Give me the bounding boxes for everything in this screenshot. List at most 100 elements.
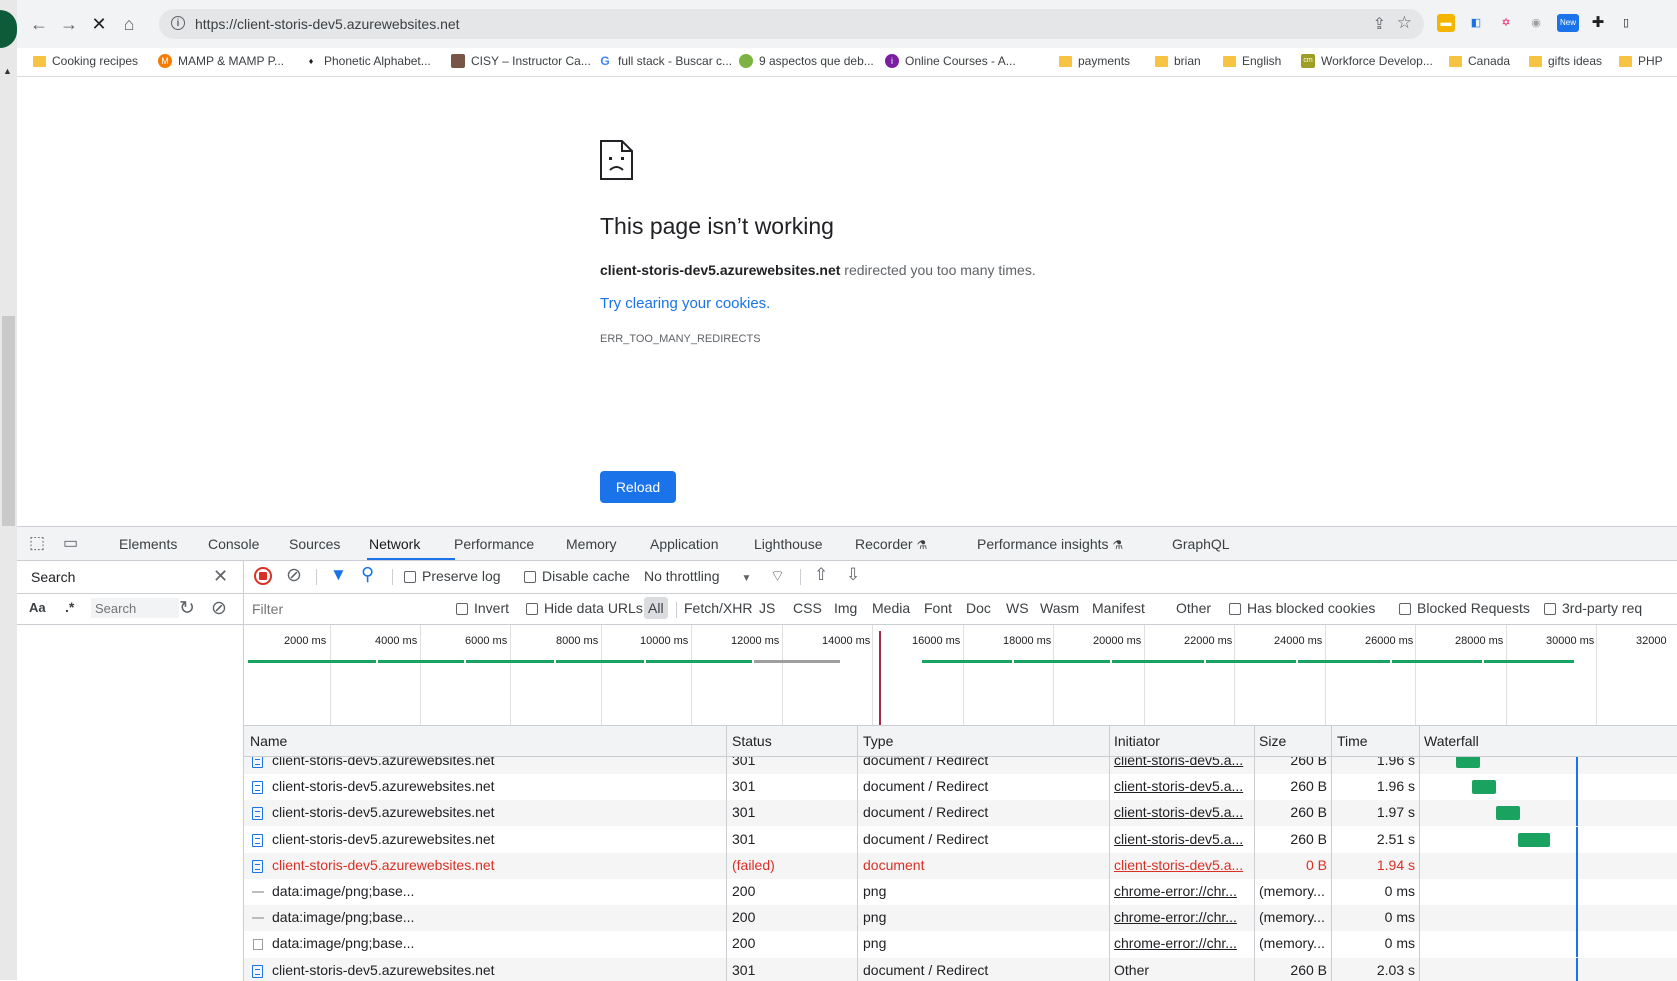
cell-name[interactable]: client-storis-dev5.azurewebsites.net bbox=[272, 804, 722, 820]
cell-name[interactable]: data:image/png;base... bbox=[272, 935, 722, 951]
address-bar[interactable]: i https://client-storis-dev5.azurewebsit… bbox=[159, 9, 1424, 39]
bookmark-9-aspectos[interactable]: 9 aspectos que deb... bbox=[739, 54, 874, 68]
table-row[interactable]: client-storis-dev5.azurewebsites.net (fai… bbox=[244, 852, 1677, 879]
app-icon[interactable] bbox=[0, 10, 17, 48]
preserve-log-checkbox[interactable]: Preserve log bbox=[404, 568, 501, 584]
bookmark-gifts-ideas[interactable]: gifts ideas bbox=[1529, 54, 1602, 68]
bookmark-online-courses[interactable]: i Online Courses - A... bbox=[885, 54, 1016, 68]
filter-type-wasm[interactable]: Wasm bbox=[1040, 600, 1079, 616]
table-row[interactable]: data:image/png;base... 200 png chrome-error… bbox=[244, 931, 1677, 958]
clear-cookies-link[interactable]: Try clearing your cookies. bbox=[600, 295, 770, 312]
cell-name[interactable]: data:image/png;base... bbox=[272, 909, 722, 925]
column-name[interactable]: Name bbox=[250, 733, 287, 749]
bookmark-workforce[interactable]: cm Workforce Develop... bbox=[1301, 54, 1433, 68]
table-row[interactable]: client-storis-dev5.azurewebsites.net 301 d… bbox=[244, 826, 1677, 853]
cell-name[interactable]: client-storis-dev5.azurewebsites.net bbox=[272, 757, 722, 768]
filter-type-css[interactable]: CSS bbox=[793, 600, 822, 616]
extension-graphql-icon[interactable]: ✡ bbox=[1497, 14, 1515, 32]
filter-type-doc[interactable]: Doc bbox=[966, 600, 991, 616]
bookmark-payments[interactable]: payments bbox=[1059, 54, 1130, 68]
extension-new-icon[interactable]: New bbox=[1557, 14, 1579, 32]
scroll-up-arrow-icon[interactable]: ▲ bbox=[3, 66, 12, 76]
bookmark-star-icon[interactable]: ☆ bbox=[1397, 13, 1412, 33]
table-row[interactable]: data:image/png;base... 200 png chrome-error… bbox=[244, 905, 1677, 932]
stop-loading-icon[interactable]: ✕ bbox=[87, 12, 111, 36]
filter-type-all[interactable]: All bbox=[644, 597, 668, 619]
column-status[interactable]: Status bbox=[732, 733, 772, 749]
side-panel-icon[interactable]: ▯ bbox=[1617, 14, 1635, 32]
tab-memory[interactable]: Memory bbox=[566, 536, 617, 552]
filter-type-ws[interactable]: WS bbox=[1006, 600, 1029, 616]
inspect-element-icon[interactable]: ⬚ bbox=[29, 533, 45, 553]
network-overview-timeline[interactable]: 2000 ms 4000 ms 6000 ms 8000 ms 10000 ms… bbox=[244, 625, 1677, 726]
cell-name[interactable]: client-storis-dev5.azurewebsites.net bbox=[272, 778, 722, 794]
table-row[interactable]: client-storis-dev5.azurewebsites.net 301 d… bbox=[244, 800, 1677, 827]
cell-initiator[interactable]: chrome-error://chr... bbox=[1114, 935, 1250, 951]
home-icon[interactable]: ⌂ bbox=[117, 12, 141, 36]
filter-type-img[interactable]: Img bbox=[834, 600, 857, 616]
column-time[interactable]: Time bbox=[1337, 733, 1368, 749]
scrollbar-thumb[interactable] bbox=[2, 316, 15, 526]
tab-console[interactable]: Console bbox=[208, 536, 259, 552]
bookmark-cooking-recipes[interactable]: Cooking recipes bbox=[33, 54, 138, 68]
filter-type-media[interactable]: Media bbox=[872, 600, 910, 616]
search-input[interactable] bbox=[91, 598, 179, 618]
device-toolbar-icon[interactable]: ▭ bbox=[63, 533, 78, 553]
table-row[interactable]: client-storis-dev5.azurewebsites.net 301 d… bbox=[244, 774, 1677, 801]
tab-application[interactable]: Application bbox=[650, 536, 719, 552]
column-type[interactable]: Type bbox=[863, 733, 893, 749]
tab-network[interactable]: Network bbox=[369, 536, 420, 552]
filter-type-fetch-xhr[interactable]: Fetch/XHR bbox=[684, 600, 752, 616]
forward-icon[interactable]: → bbox=[57, 12, 81, 36]
reload-button[interactable]: Reload bbox=[600, 471, 676, 503]
cell-name[interactable]: client-storis-dev5.azurewebsites.net bbox=[272, 857, 722, 873]
regex-button[interactable]: .* bbox=[65, 599, 74, 615]
table-row[interactable]: data:image/png;base... 200 png chrome-error… bbox=[244, 879, 1677, 905]
network-conditions-icon[interactable]: ⌔ bbox=[770, 566, 785, 586]
cell-initiator[interactable]: chrome-error://chr... bbox=[1114, 909, 1250, 925]
filter-type-manifest[interactable]: Manifest bbox=[1092, 600, 1145, 616]
cell-initiator[interactable]: client-storis-dev5.a... bbox=[1114, 831, 1250, 847]
bookmark-cisy[interactable]: CISY – Instructor Ca... bbox=[451, 54, 591, 68]
url-text[interactable]: https://client-storis-dev5.azurewebsites… bbox=[195, 16, 460, 32]
close-icon[interactable]: ✕ bbox=[213, 566, 228, 587]
tab-elements[interactable]: Elements bbox=[119, 536, 177, 552]
bookmark-phonetic-alphabet[interactable]: ♦ Phonetic Alphabet... bbox=[304, 54, 431, 68]
bookmark-mamp[interactable]: M MAMP & MAMP P... bbox=[158, 54, 284, 68]
site-info-icon[interactable]: i bbox=[171, 16, 185, 30]
table-row[interactable]: client-storis-dev5.azurewebsites.net 301 d… bbox=[244, 957, 1677, 981]
match-case-button[interactable]: Aa bbox=[29, 600, 46, 615]
bookmark-english[interactable]: English bbox=[1223, 54, 1281, 68]
column-initiator[interactable]: Initiator bbox=[1114, 733, 1160, 749]
invert-checkbox[interactable]: Invert bbox=[456, 600, 509, 616]
cell-initiator[interactable]: client-storis-dev5.a... bbox=[1114, 757, 1250, 768]
extension-yellow-icon[interactable]: ▬ bbox=[1437, 14, 1455, 32]
record-stop-icon[interactable] bbox=[254, 567, 272, 585]
cell-name[interactable]: client-storis-dev5.azurewebsites.net bbox=[272, 831, 722, 847]
back-icon[interactable]: ← bbox=[27, 12, 51, 36]
filter-input[interactable] bbox=[248, 598, 456, 620]
export-har-icon[interactable]: ⇩ bbox=[846, 565, 860, 585]
cell-name[interactable]: data:image/png;base... bbox=[272, 883, 722, 899]
bookmark-brian[interactable]: brian bbox=[1155, 54, 1201, 68]
share-icon[interactable]: ⇪ bbox=[1373, 14, 1386, 34]
search-icon[interactable]: ⚲ bbox=[361, 564, 374, 585]
filter-type-font[interactable]: Font bbox=[924, 600, 952, 616]
tab-performance-insights[interactable]: Performance insights ⚗ bbox=[977, 536, 1123, 552]
table-row[interactable]: client-storis-dev5.azurewebsites.net 301 d… bbox=[244, 757, 1677, 774]
cell-initiator[interactable]: client-storis-dev5.a... bbox=[1114, 778, 1250, 794]
filter-icon[interactable]: ▼ bbox=[330, 565, 347, 585]
cell-name[interactable]: client-storis-dev5.azurewebsites.net bbox=[272, 962, 722, 978]
tab-recorder[interactable]: Recorder ⚗ bbox=[855, 536, 927, 552]
tab-lighthouse[interactable]: Lighthouse bbox=[754, 536, 823, 552]
bookmark-canada[interactable]: Canada bbox=[1449, 54, 1510, 68]
filter-type-js[interactable]: JS bbox=[759, 600, 775, 616]
disable-cache-checkbox[interactable]: Disable cache bbox=[524, 568, 630, 584]
refresh-icon[interactable]: ↻ bbox=[179, 597, 195, 620]
blocked-requests-checkbox[interactable]: Blocked Requests bbox=[1399, 600, 1530, 616]
tab-graphql[interactable]: GraphQL bbox=[1172, 536, 1230, 552]
clear-icon[interactable]: ⊘ bbox=[211, 597, 227, 620]
tab-sources[interactable]: Sources bbox=[289, 536, 340, 552]
extensions-puzzle-icon[interactable]: ✚ bbox=[1589, 14, 1607, 32]
cell-initiator[interactable]: chrome-error://chr... bbox=[1114, 883, 1250, 899]
